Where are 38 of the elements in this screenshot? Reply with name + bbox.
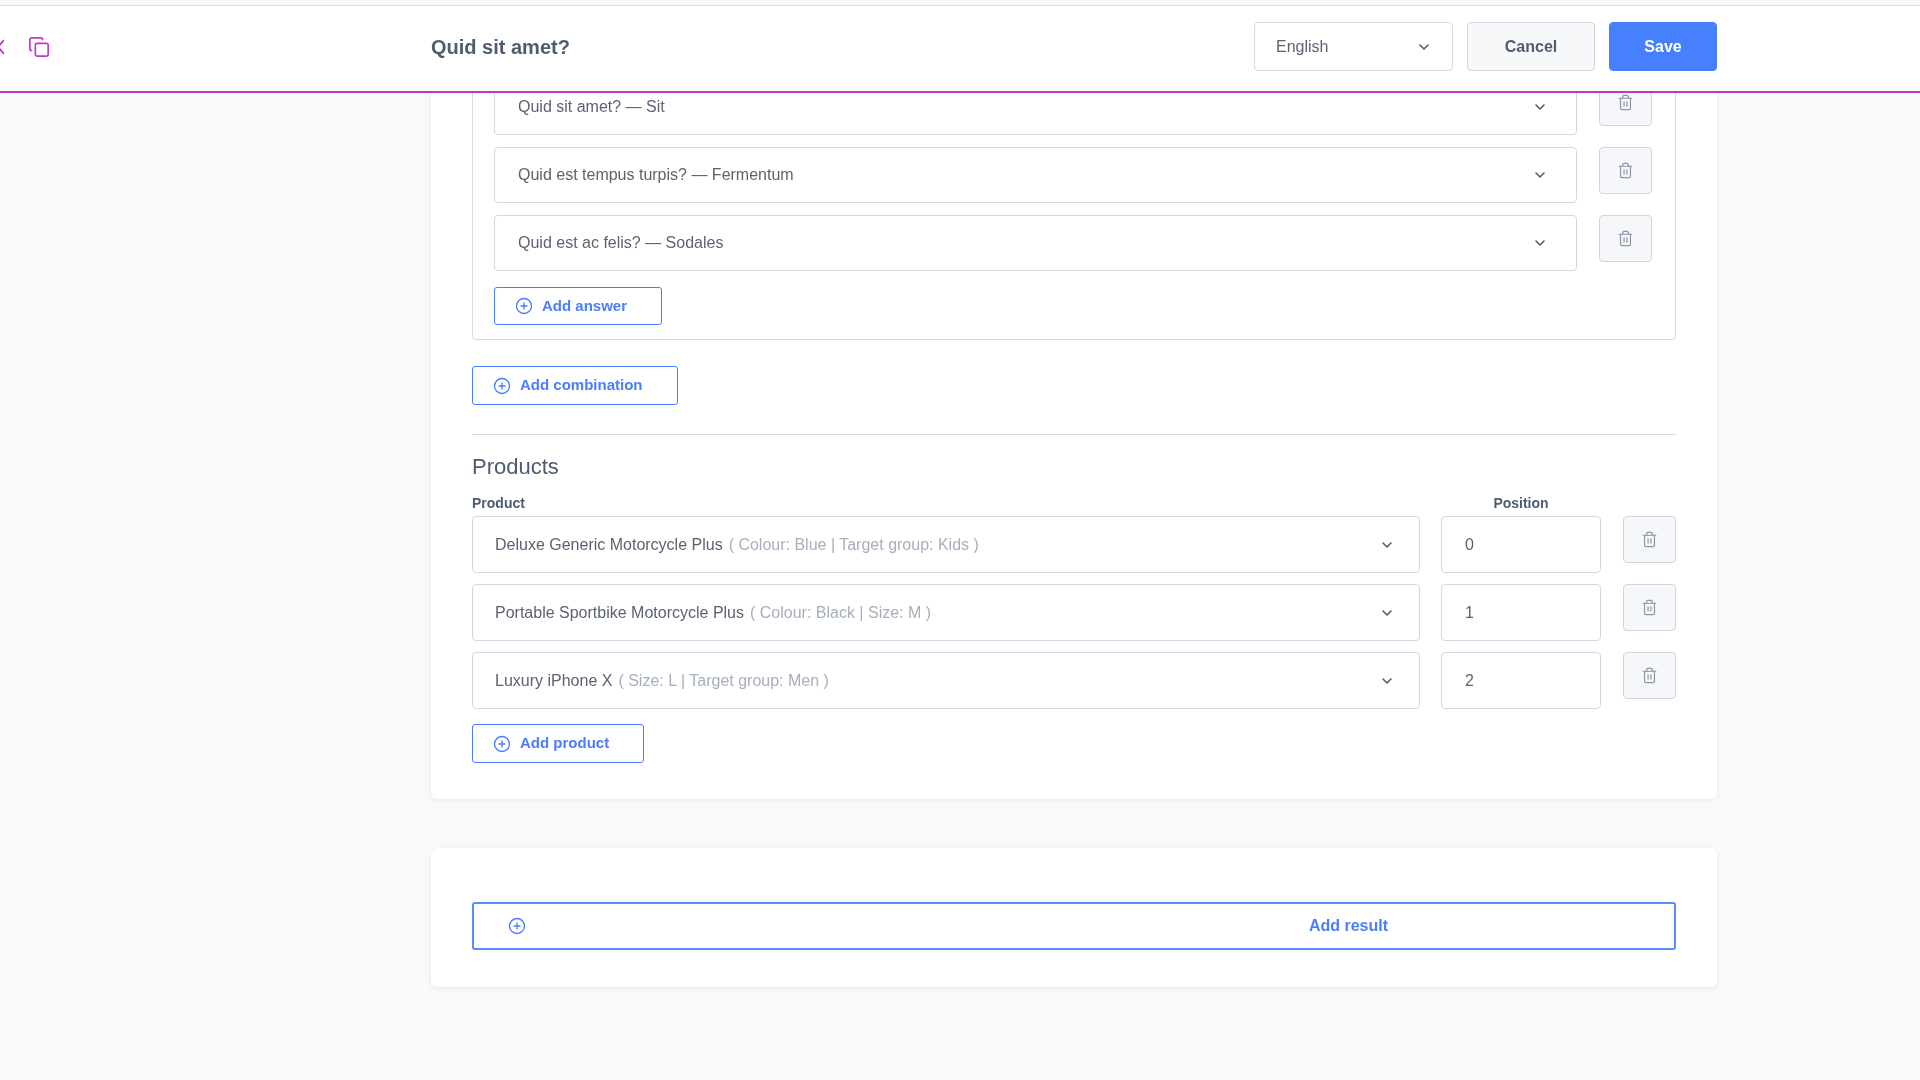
chevron-left-icon[interactable] [0,38,4,55]
answer-select[interactable]: Quid est tempus turpis? — Fermentum [494,147,1577,203]
add-combination-button[interactable]: Add combination [472,366,678,405]
delete-button[interactable] [1623,652,1676,699]
copy-icon[interactable] [28,35,50,58]
add-result-button[interactable]: Add result [472,902,1676,950]
trash-icon [1641,599,1658,616]
trash-icon [1617,230,1634,247]
answer-select[interactable]: Quid est ac felis? — Sodales [494,215,1577,271]
add-product-button[interactable]: Add product [472,724,644,763]
delete-button[interactable] [1599,215,1652,262]
trash-icon [1617,162,1634,179]
trash-icon [1641,531,1658,548]
section-heading: Products [472,454,560,480]
position-field[interactable]: 2 [1441,652,1601,709]
position-field[interactable]: 0 [1441,516,1601,573]
column-label: Product [472,494,526,512]
product-select[interactable]: Portable Sportbike Motorcycle Plus ( Colour: Black | Size: M ) [472,584,1420,641]
position-field[interactable]: 1 [1441,584,1601,641]
save-button[interactable]: Save [1609,22,1717,71]
trash-icon [1617,94,1634,111]
delete-button[interactable] [1599,93,1652,126]
trash-icon [1641,667,1658,684]
product-select[interactable]: Luxury iPhone X ( Size: L | Target group: Men ) [472,652,1420,709]
product-select[interactable]: Deluxe Generic Motorcycle Plus ( Colour: Blue | Target group: Kids ) [472,516,1420,573]
page-title: Quid sit amet? [431,34,571,60]
language-select[interactable]: English [1254,22,1453,71]
plus-circle-icon [508,917,526,935]
answer-select[interactable]: Quid sit amet? — Sit [494,93,1577,135]
delete-button[interactable] [1599,147,1652,194]
delete-button[interactable] [1623,584,1676,631]
delete-button[interactable] [1623,516,1676,563]
plus-circle-icon [515,297,533,315]
cancel-button[interactable]: Cancel [1467,22,1595,71]
column-label: Position [1492,494,1550,512]
plus-circle-icon [493,376,511,395]
plus-circle-icon [493,734,511,753]
add-answer-button[interactable]: Add answer [494,287,662,325]
